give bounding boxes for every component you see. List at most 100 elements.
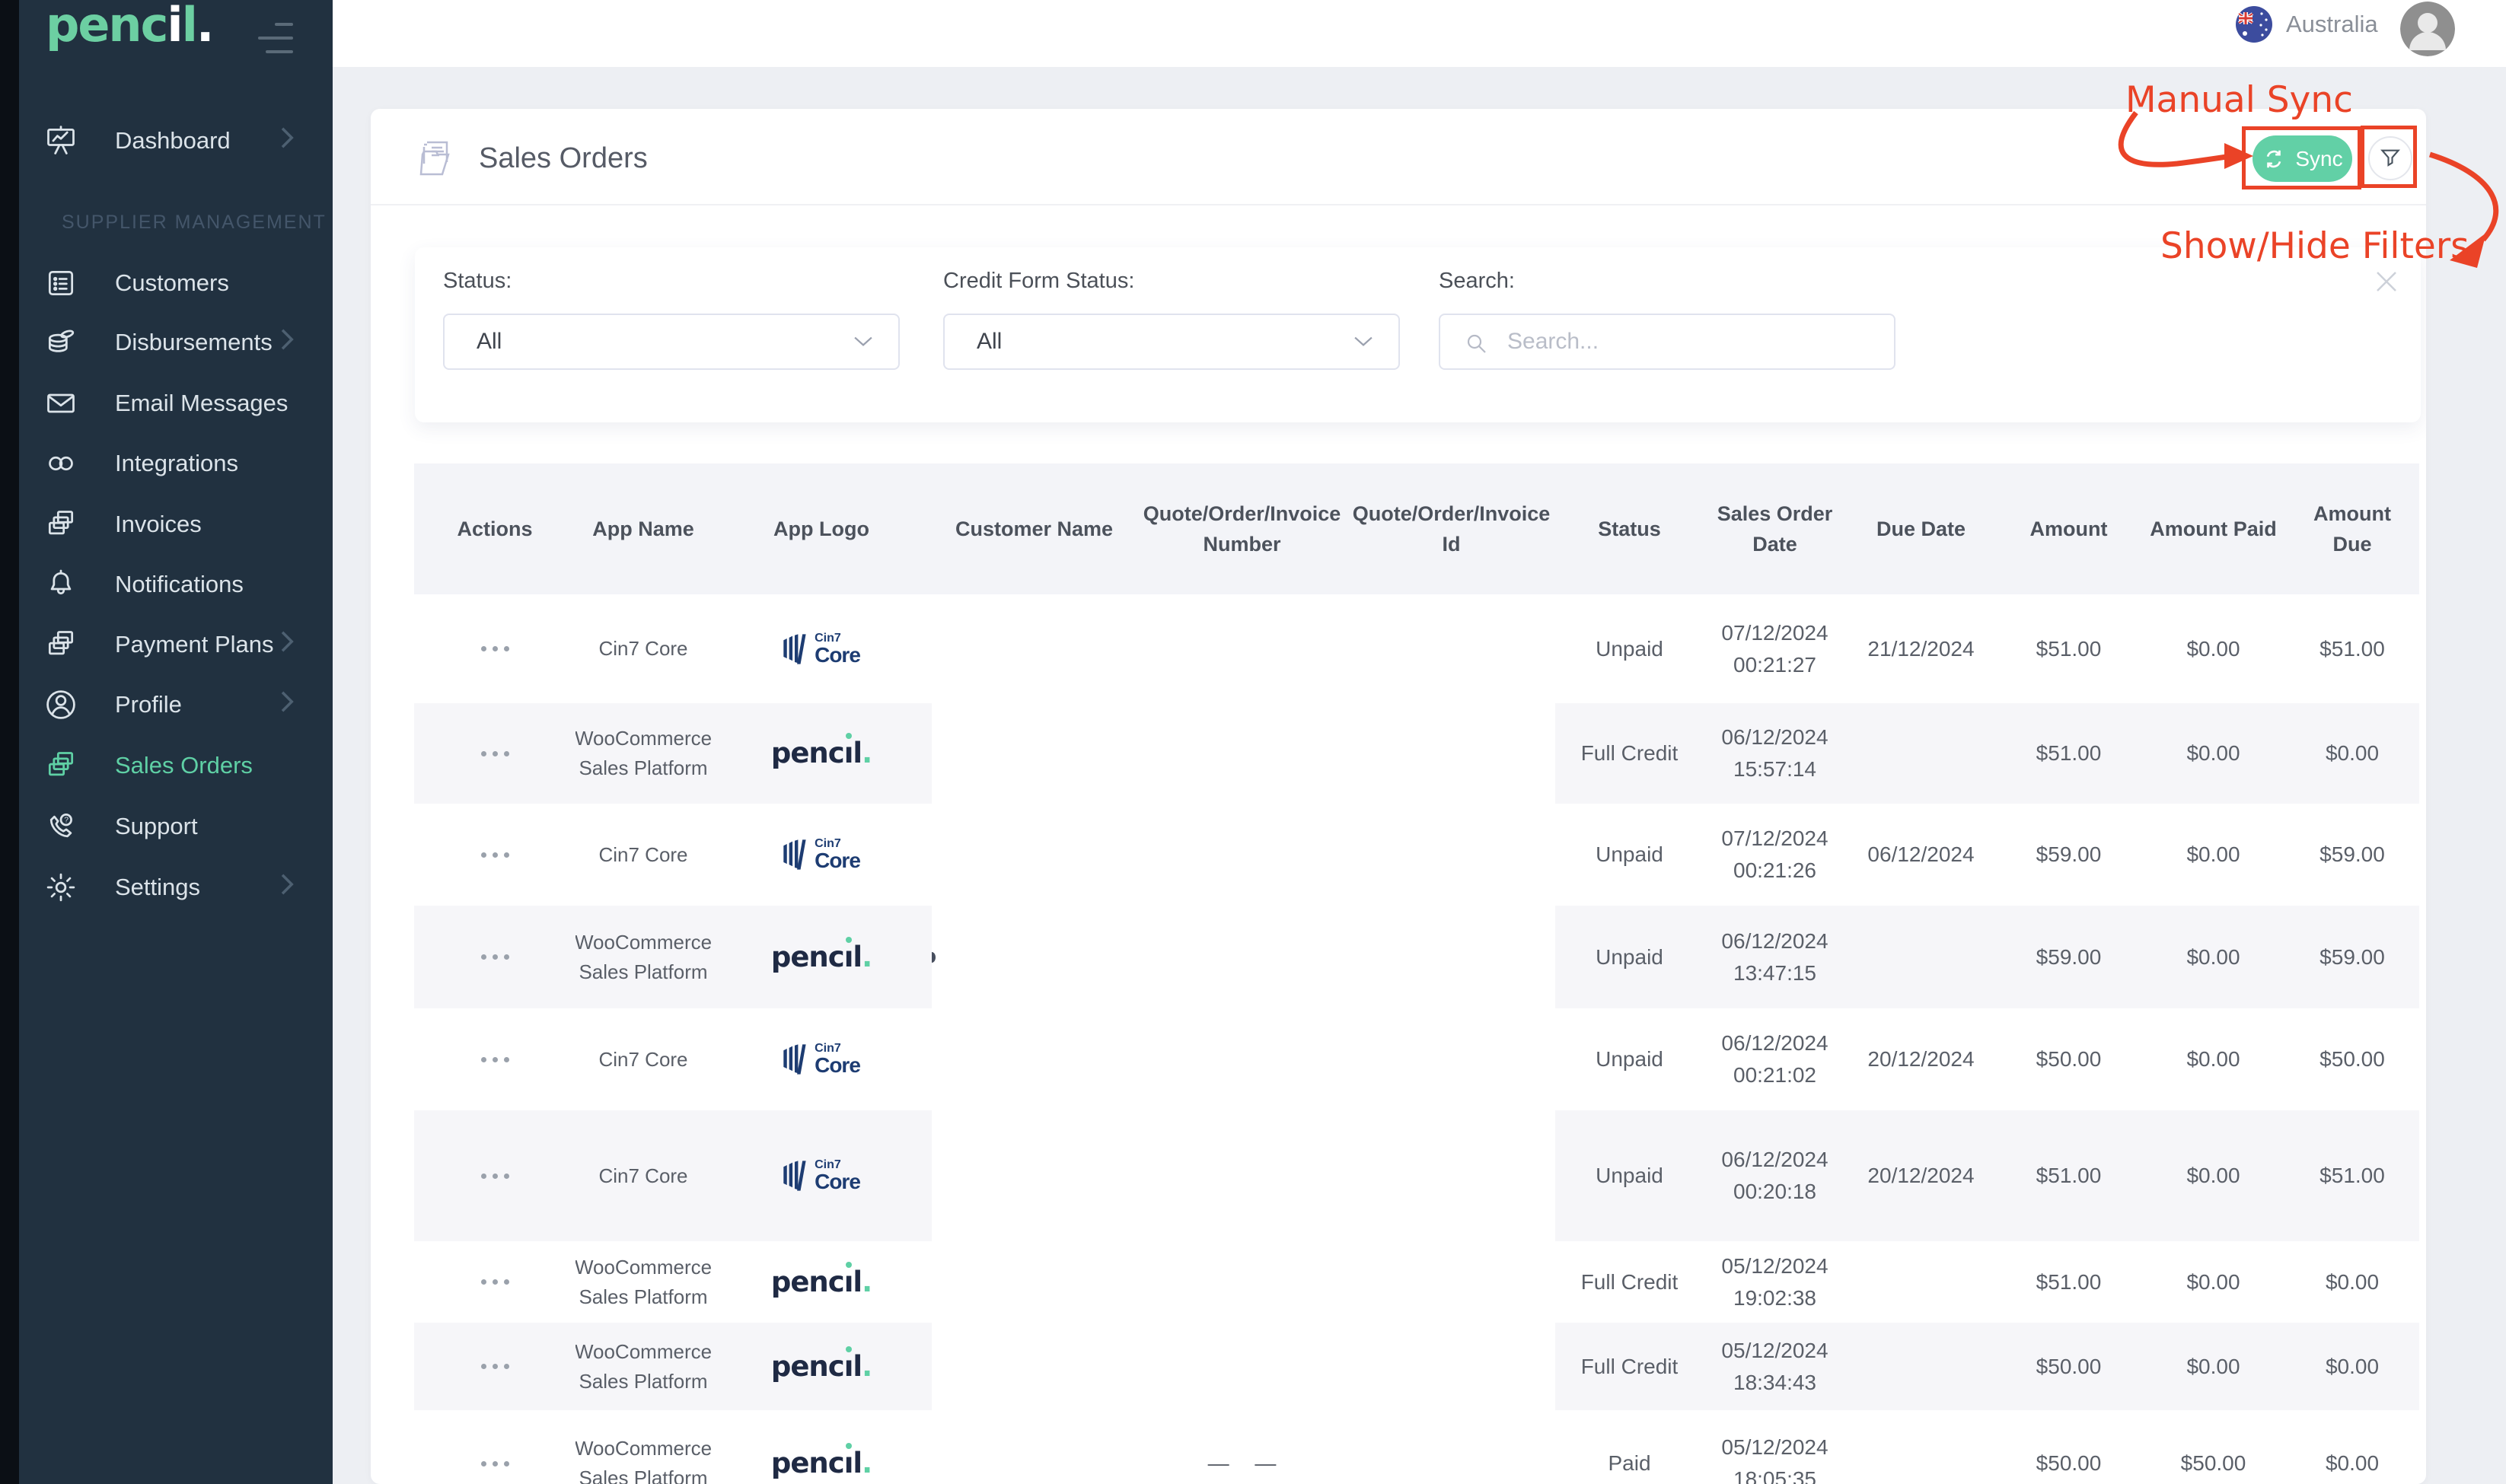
cin7-core-logo: Cin7Core — [783, 1159, 860, 1193]
pencil-app-logo: pencıl. — [771, 936, 872, 979]
search-input[interactable] — [1440, 315, 1894, 368]
sidebar-item-integrations[interactable]: Integrations — [19, 433, 333, 494]
row-actions-icon[interactable] — [473, 744, 517, 764]
actions-cell — [414, 594, 575, 703]
customer-name-cell — [932, 1241, 1137, 1323]
amount-due-cell: $59.00 — [2285, 804, 2419, 906]
due-date-cell: 06/12/2024 — [1846, 804, 1996, 906]
user-avatar[interactable] — [2400, 2, 2455, 56]
sidebar-item-payment-plans[interactable]: Payment Plans — [19, 614, 333, 675]
quote-number-cell — [1137, 703, 1347, 804]
sales-order-date-cell: 07/12/202400:21:26 — [1704, 804, 1846, 906]
amount-cell: $51.00 — [1996, 703, 2141, 804]
column-header: Status — [1555, 463, 1704, 594]
status-cell: Full Credit — [1555, 1241, 1704, 1323]
sales-order-date-cell: 05/12/202418:34:43 — [1704, 1323, 1846, 1410]
sales-orders-page-icon — [413, 135, 462, 187]
amount-cell: $59.00 — [1996, 804, 2141, 906]
due-date-cell: 20/12/2024 — [1846, 1110, 1996, 1241]
chevron-right-icon — [281, 329, 295, 356]
sales-order-date-cell: 06/12/202400:20:18 — [1704, 1110, 1846, 1241]
settings-icon — [43, 870, 78, 905]
row-actions-icon[interactable] — [473, 1272, 517, 1292]
header-divider — [371, 204, 2426, 205]
app-logo-cell: pencıl. — [711, 906, 932, 1008]
row-actions-icon[interactable] — [473, 1166, 517, 1186]
status-cell: Unpaid — [1555, 1008, 1704, 1110]
pencil-app-logo: pencıl. — [771, 1345, 872, 1388]
credit-form-status-filter-label: Credit Form Status: — [943, 269, 1400, 294]
sync-highlight-box — [2242, 126, 2361, 189]
app-name-cell: WooCommerce Sales Platform — [575, 906, 711, 1008]
column-header: Customer Name — [932, 463, 1137, 594]
sidebar-item-support[interactable]: ?Support — [19, 796, 333, 857]
sidebar-item-notifications[interactable]: Notifications — [19, 554, 333, 615]
pencil-app-logo: pencıl. — [771, 1442, 872, 1484]
customer-name-cell — [932, 594, 1137, 703]
due-date-cell — [1846, 1323, 1996, 1410]
table-row: Cin7 CoreCin7CoreUnpaid07/12/202400:21:2… — [414, 804, 2419, 906]
actions-cell — [414, 703, 575, 804]
sidebar-item-customers[interactable]: Customers — [19, 253, 333, 314]
filter-highlight-box — [2361, 126, 2417, 188]
sidebar-item-profile[interactable]: Profile — [19, 674, 333, 735]
svg-text:?: ? — [64, 817, 69, 825]
menu-toggle-icon[interactable] — [257, 23, 293, 64]
chevron-down-icon — [854, 336, 872, 347]
sales-order-date-cell: 06/12/202400:21:02 — [1704, 1008, 1846, 1110]
amount-cell: $51.00 — [1996, 1241, 2141, 1323]
column-header: App Logo — [711, 463, 932, 594]
app-logo-cell: pencıl. — [711, 1241, 932, 1323]
amount-cell: $50.00 — [1996, 1008, 2141, 1110]
region-selector[interactable]: Australia — [2236, 6, 2378, 43]
sidebar-item-email-messages[interactable]: Email Messages — [19, 373, 333, 434]
row-actions-icon[interactable] — [473, 1454, 517, 1474]
close-filters-icon[interactable] — [2375, 270, 2398, 293]
column-header: Amount Paid — [2141, 463, 2285, 594]
row-actions-icon[interactable] — [473, 1049, 517, 1070]
app-logo-cell: Cin7Core — [711, 804, 932, 906]
chevron-down-icon — [1354, 336, 1373, 347]
customer-name-cell — [932, 1110, 1137, 1241]
amount-paid-cell: $0.00 — [2141, 703, 2285, 804]
row-actions-icon[interactable] — [473, 1356, 517, 1377]
pencil-app-logo: pencıl. — [771, 732, 872, 775]
sidebar-item-settings[interactable]: Settings — [19, 857, 333, 918]
column-header: Actions — [414, 463, 575, 594]
status-select[interactable]: All — [443, 314, 900, 370]
sales-order-date-cell: 06/12/202415:57:14 — [1704, 703, 1846, 804]
invoices-icon — [43, 507, 78, 542]
row-actions-icon[interactable] — [473, 639, 517, 659]
sidebar-item-label: Integrations — [115, 450, 238, 477]
chevron-right-icon — [281, 631, 295, 658]
notifications-icon — [43, 567, 78, 602]
topbar: Australia — [333, 0, 2506, 67]
app-name-cell: Cin7 Core — [575, 1110, 711, 1241]
customer-name-cell — [932, 1410, 1137, 1484]
profile-icon — [43, 687, 78, 722]
row-actions-icon[interactable] — [473, 947, 517, 967]
sidebar-item-sales-orders[interactable]: Sales Orders — [19, 735, 333, 796]
column-header: Amount — [1996, 463, 2141, 594]
credit-form-status-select[interactable]: All — [943, 314, 1400, 370]
amount-due-cell: $50.00 — [2285, 1008, 2419, 1110]
quote-id-cell — [1347, 1323, 1555, 1410]
integrations-icon — [43, 446, 78, 481]
disbursements-icon — [43, 325, 78, 360]
sales-order-date-cell: 07/12/202400:21:27 — [1704, 594, 1846, 703]
amount-paid-cell: $0.00 — [2141, 594, 2285, 703]
sidebar-item-label: Notifications — [115, 571, 244, 598]
sidebar-item-disbursements[interactable]: Disbursements — [19, 312, 333, 373]
customer-name-cell — [932, 804, 1137, 906]
actions-cell — [414, 1008, 575, 1110]
chevron-right-icon — [281, 874, 295, 901]
chevron-right-icon — [281, 691, 295, 718]
app-name-cell: Cin7 Core — [575, 594, 711, 703]
sidebar-item-dashboard[interactable]: Dashboard — [19, 110, 333, 171]
row-actions-icon[interactable] — [473, 845, 517, 865]
quote-id-cell — [1347, 594, 1555, 703]
app-logo-cell: pencıl. — [711, 1323, 932, 1410]
amount-cell: $51.00 — [1996, 1110, 2141, 1241]
app-name-cell: Cin7 Core — [575, 804, 711, 906]
sidebar-item-invoices[interactable]: Invoices — [19, 494, 333, 555]
